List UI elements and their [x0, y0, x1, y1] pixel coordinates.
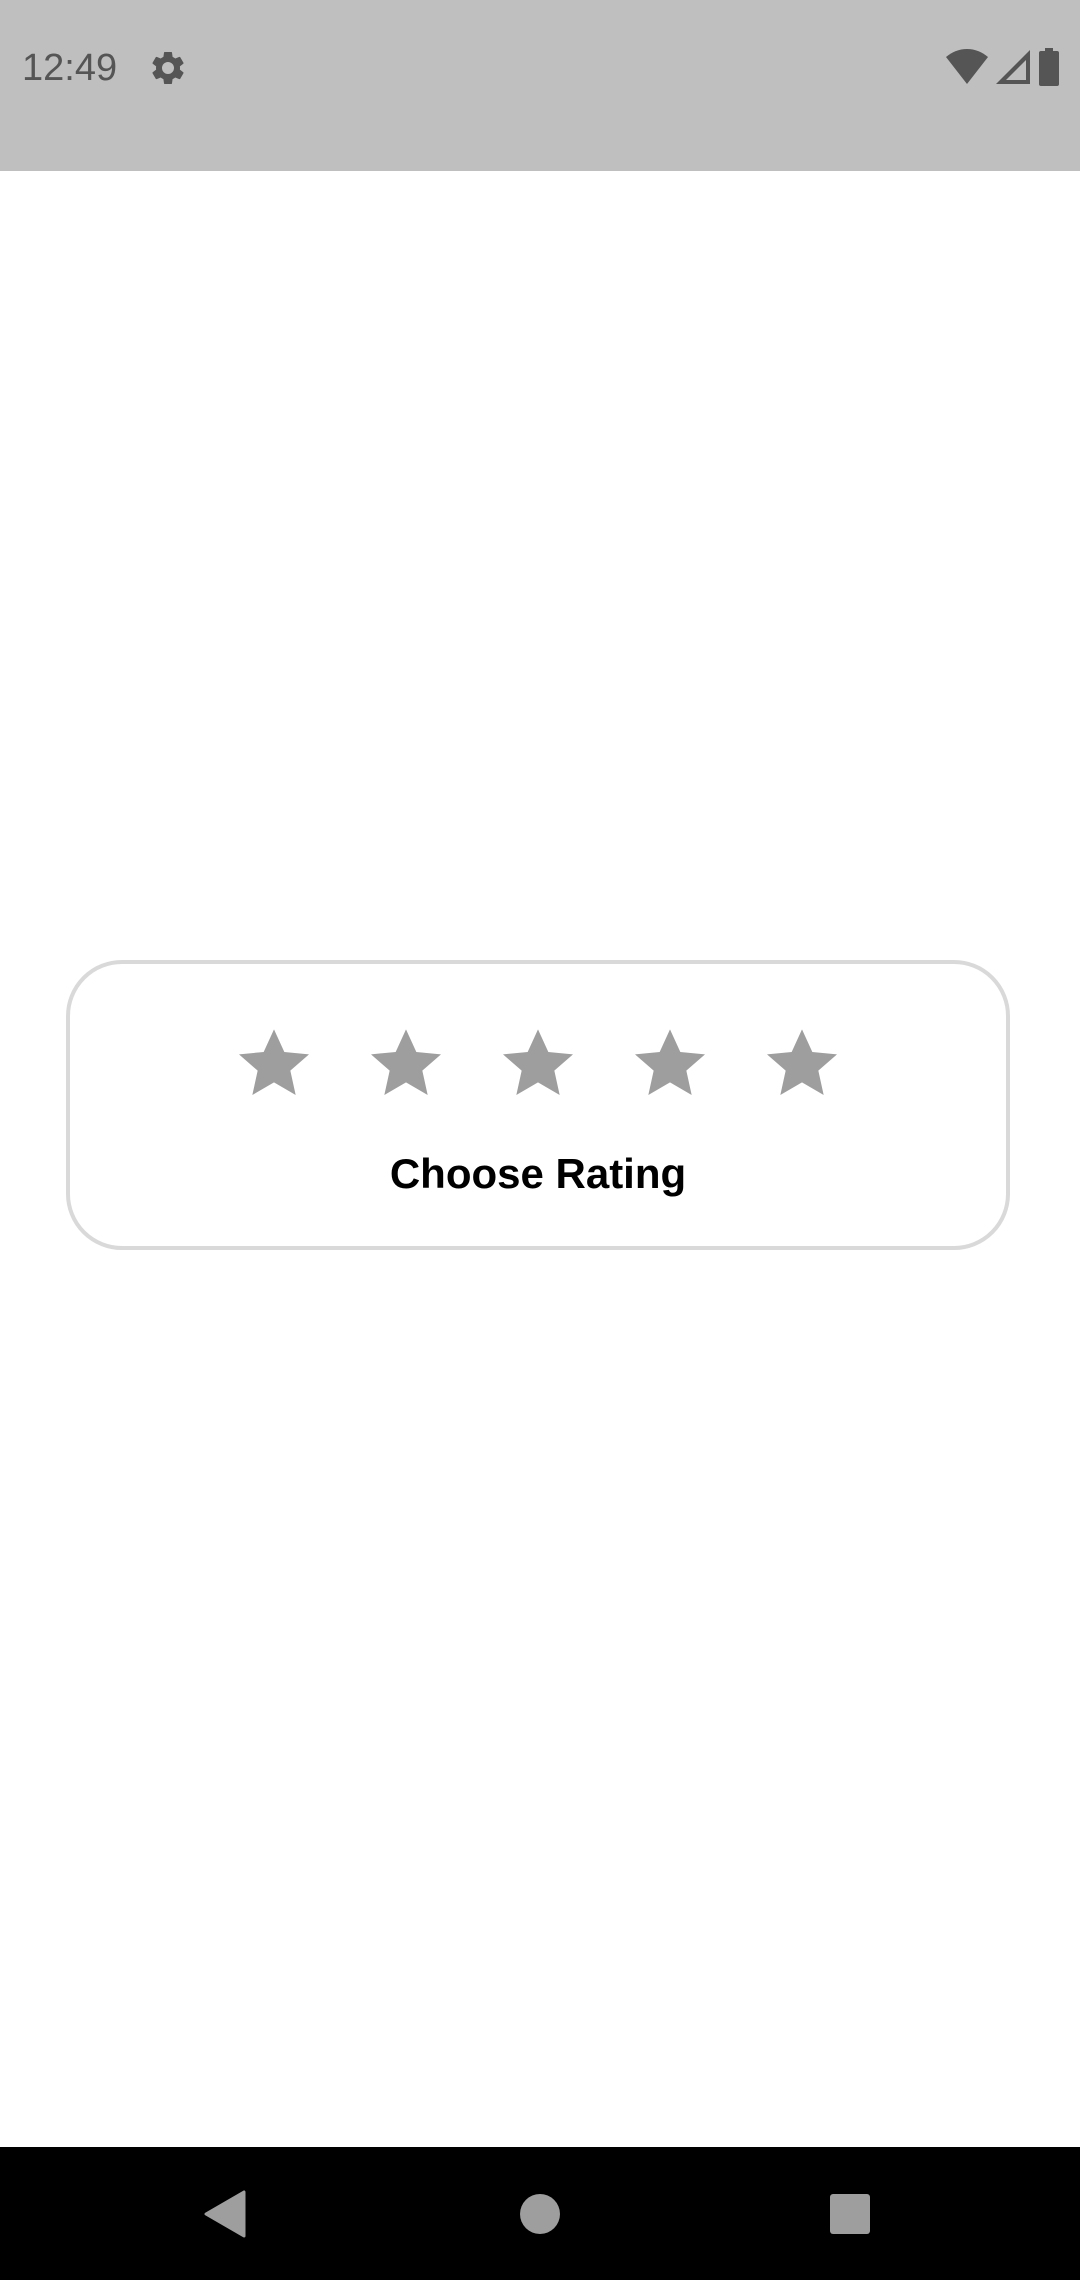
rating-stars — [70, 1024, 1006, 1114]
settings-icon — [148, 48, 188, 88]
wifi-icon — [946, 49, 988, 85]
back-icon — [204, 2190, 246, 2237]
recents-icon — [830, 2193, 870, 2234]
home-icon — [520, 2193, 560, 2234]
star-icon[interactable] — [630, 1024, 710, 1104]
star-icon[interactable] — [762, 1024, 842, 1104]
battery-icon — [1038, 48, 1060, 86]
cellular-signal-icon — [996, 50, 1030, 84]
status-time: 12:49 — [22, 47, 118, 89]
status-icons — [946, 48, 1060, 86]
rating-label: Choose Rating — [389, 1150, 687, 1197]
status-bar: 12:49 — [0, 0, 1080, 171]
recents-button[interactable] — [770, 2147, 930, 2280]
star-icon[interactable] — [366, 1024, 446, 1104]
back-button[interactable] — [146, 2147, 306, 2280]
star-icon[interactable] — [498, 1024, 578, 1104]
navigation-bar — [0, 2147, 1080, 2280]
star-icon[interactable] — [234, 1024, 314, 1104]
home-button[interactable] — [460, 2147, 620, 2280]
rating-card: Choose Rating — [66, 960, 1010, 1250]
